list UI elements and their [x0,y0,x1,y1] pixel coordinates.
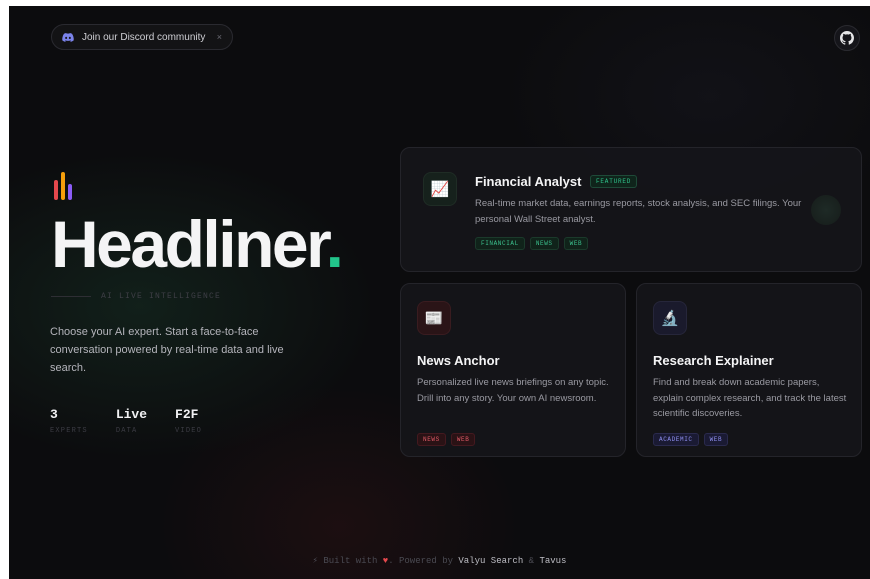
status-orb [811,195,841,225]
title-text: Headliner [51,207,328,281]
stat-experts: 3 EXPERTS [50,407,88,435]
discord-icon [62,32,74,42]
stats-row: 3 EXPERTS Live DATA F2F VIDEO [50,407,202,435]
close-icon[interactable]: × [217,32,222,42]
tag: WEB [563,237,589,250]
footer-credits: ⚡ Built with ♥. Powered by Valyu Search … [9,556,870,566]
logo-bar-red [54,180,58,200]
card-title: News Anchor [417,353,500,368]
stat-label: DATA [115,427,138,435]
stat-value: 3 [50,407,58,422]
footer-amp: & [528,556,535,566]
stat-video: F2F VIDEO [175,407,202,435]
card-description: Find and break down academic papers, exp… [653,377,847,419]
tag: ACADEMIC [653,433,699,446]
card-title: Financial Analyst [475,174,582,189]
footer-middle: . Powered by [388,556,453,566]
stat-value: F2F [175,407,199,422]
tag-list: ACADEMIC WEB [653,433,729,446]
app-frame: Join our Discord community × Headliner . … [9,6,870,579]
featured-badge: FEATURED [590,175,638,188]
stat-label: EXPERTS [50,427,88,435]
github-button[interactable] [834,25,860,51]
chart-icon: 📈 [423,172,457,206]
tagline: AI LIVE INTELLIGENCE [101,292,222,301]
tag: NEWS [529,237,559,250]
page-title: Headliner. [51,206,344,282]
github-icon [840,31,854,45]
expert-card-financial-analyst[interactable]: 📈 Financial Analyst FEATURED Real-time m… [400,147,862,272]
tag-list: NEWS WEB [417,433,476,446]
footer-prefix: ⚡ Built with [312,556,378,566]
stat-data: Live DATA [116,407,147,435]
microscope-icon: 🔬 [653,301,687,335]
card-title: Research Explainer [653,353,774,368]
tag-list: FINANCIAL NEWS WEB [475,237,589,250]
tagline-row: AI LIVE INTELLIGENCE [51,292,221,301]
discord-label: Join our Discord community [82,31,206,43]
tag: FINANCIAL [475,237,525,250]
intro-text: Choose your AI expert. Start a face-to-f… [50,326,284,374]
tagline-divider [51,296,91,297]
newspaper-icon: 📰 [417,301,451,335]
stat-label: VIDEO [175,427,203,435]
tag: NEWS [417,433,446,446]
card-description: Real-time market data, earnings reports,… [475,198,802,225]
stat-value: Live [115,407,148,422]
logo-bars-icon [54,172,72,200]
logo-bar-violet [68,184,72,200]
discord-banner[interactable]: Join our Discord community × [51,24,233,50]
tag: WEB [450,433,476,446]
card-description: Personalized live news briefings on any … [417,377,609,404]
expert-card-news-anchor[interactable]: 📰 News Anchor Personalized live news bri… [400,283,626,457]
tavus-link[interactable]: Tavus [539,556,566,566]
tag: WEB [703,433,729,446]
valyu-link[interactable]: Valyu Search [458,556,523,566]
logo-bar-orange [61,172,65,200]
expert-card-research-explainer[interactable]: 🔬 Research Explainer Find and break down… [636,283,862,457]
title-dot: . [325,207,344,281]
